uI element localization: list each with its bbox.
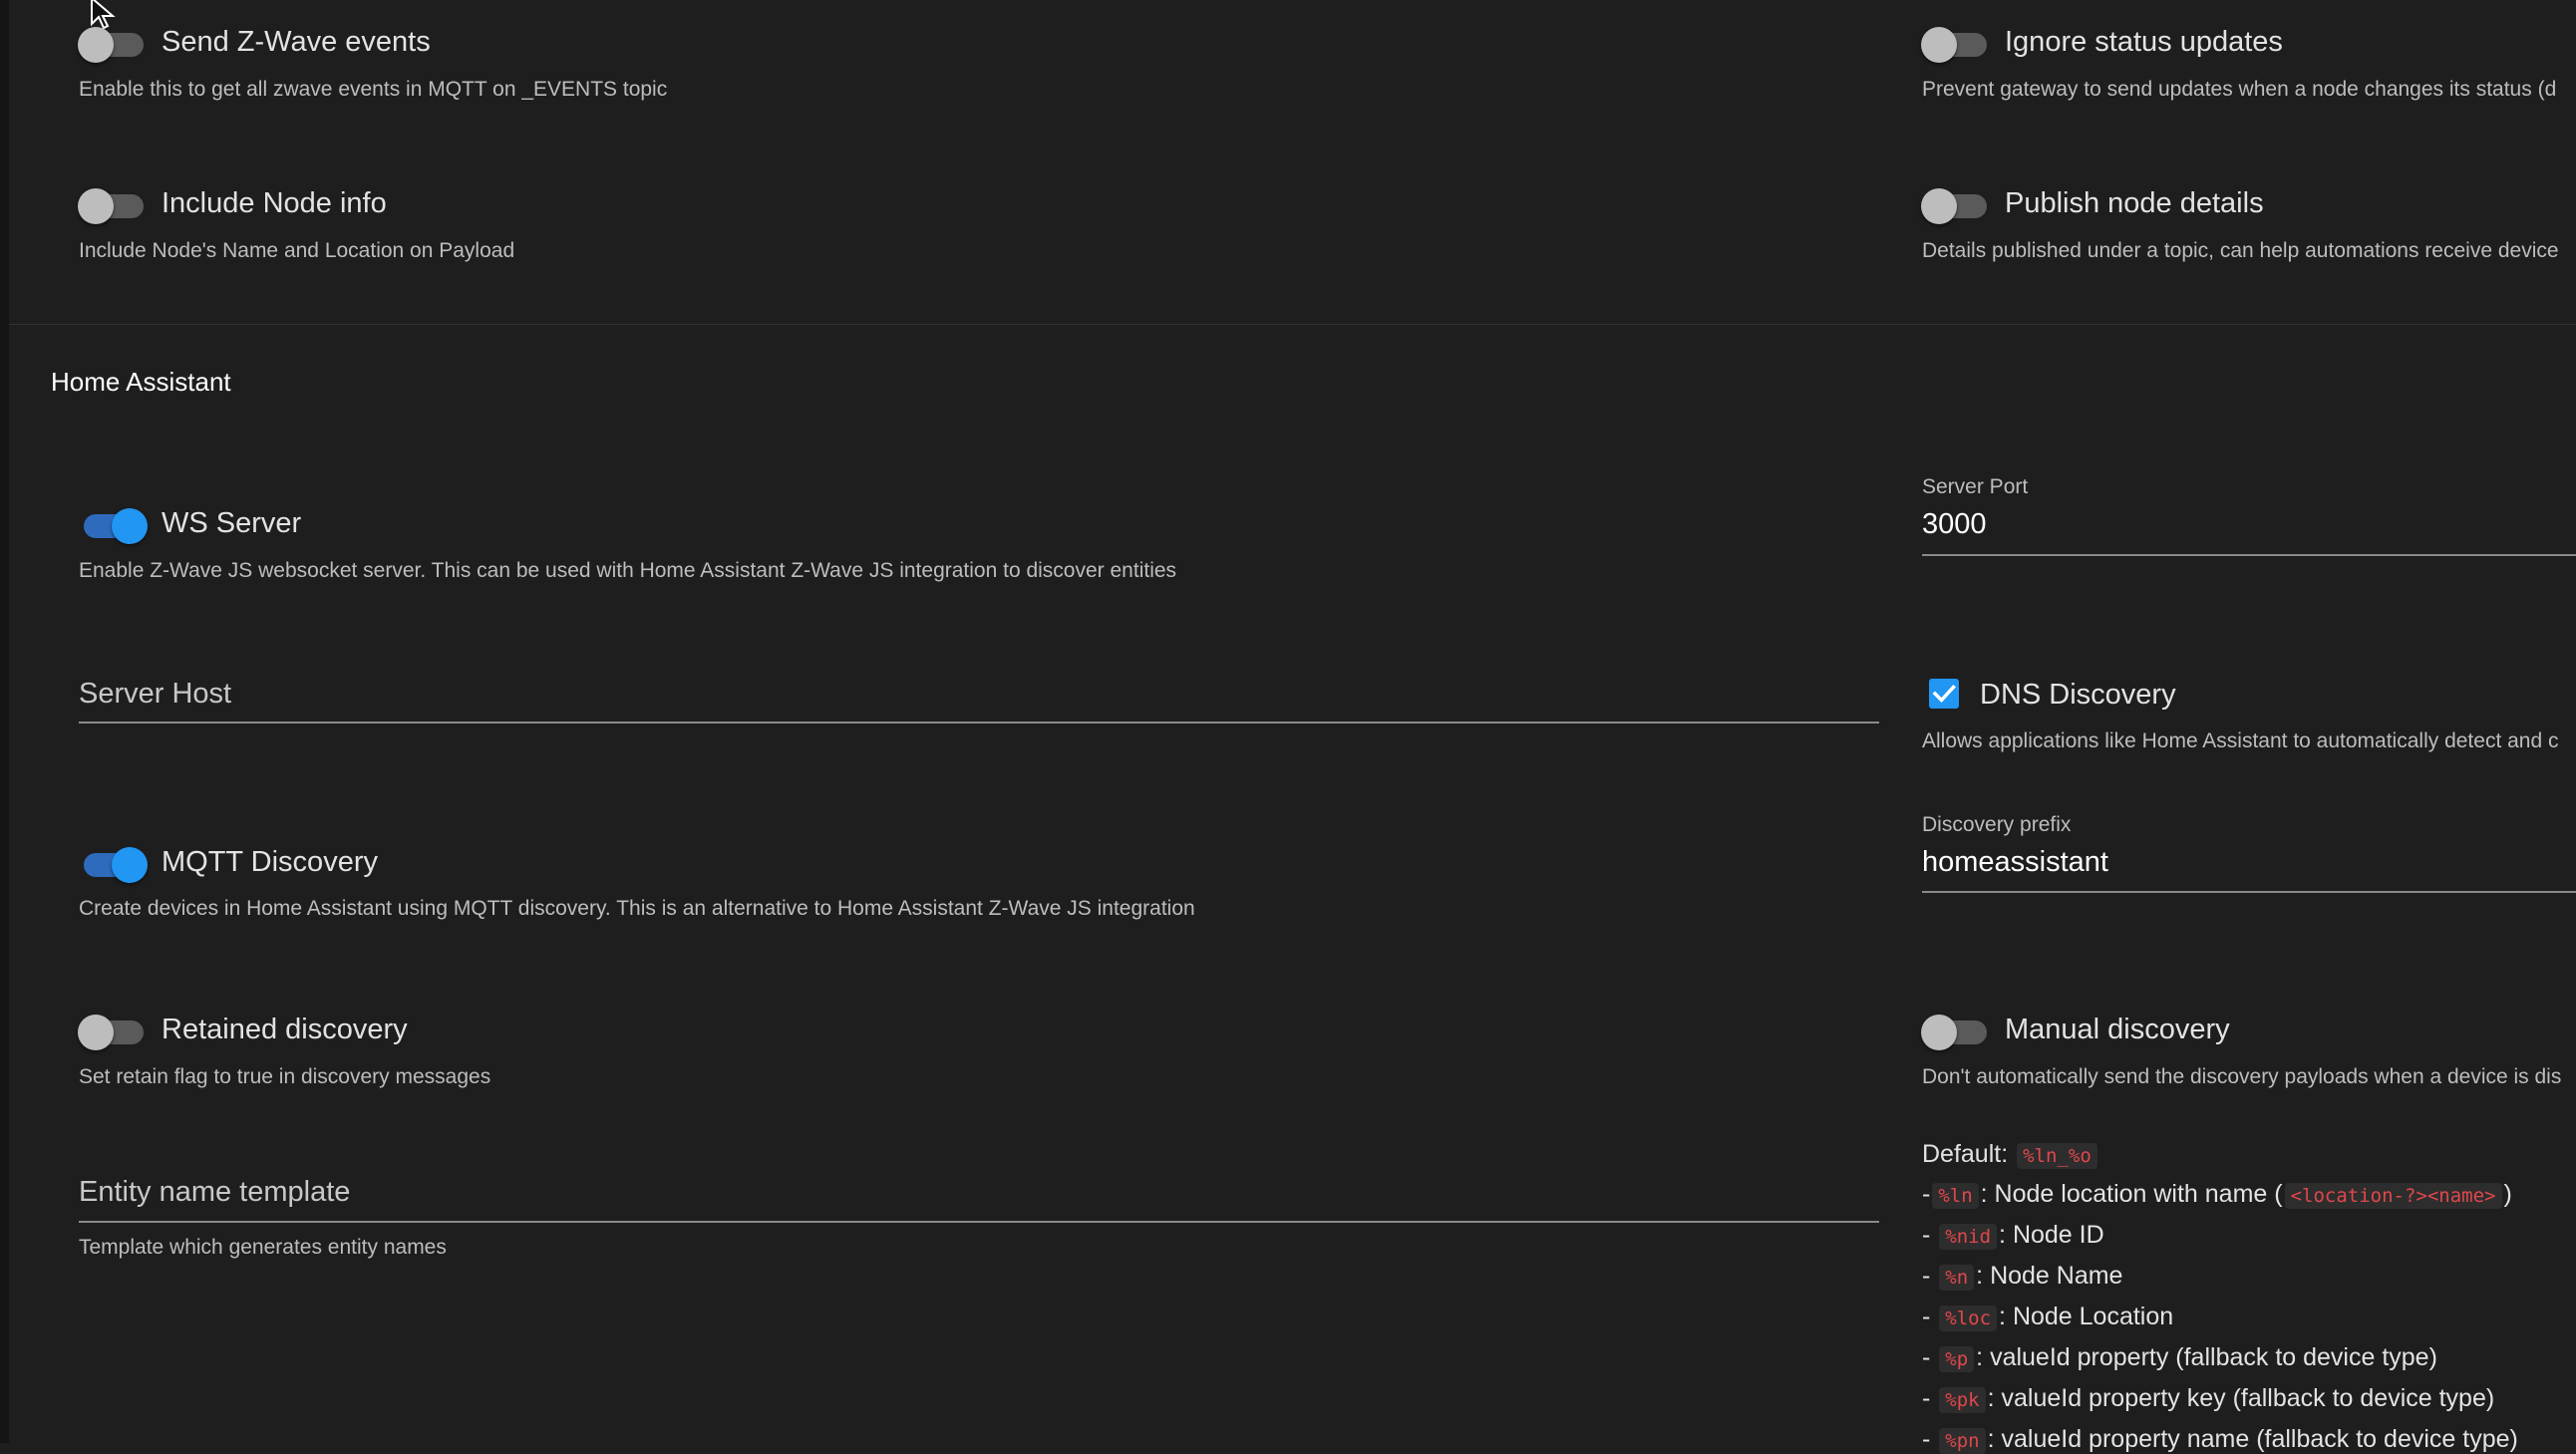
template-code: <location-?><name> bbox=[2284, 1183, 2502, 1209]
template-code: %loc bbox=[1939, 1306, 1998, 1331]
dns-discovery-checkbox[interactable] bbox=[1929, 679, 1959, 709]
template-help-text: : Node location with name ( bbox=[1980, 1180, 2283, 1208]
template-code: %ln bbox=[1932, 1183, 1979, 1209]
template-code: %nid bbox=[1939, 1224, 1998, 1250]
template-code: %pk bbox=[1939, 1387, 1986, 1413]
ws-server-hint: Enable Z-Wave JS websocket server. This … bbox=[79, 559, 1177, 582]
manual-discovery-label: Manual discovery bbox=[2005, 1014, 2230, 1045]
template-default-line: Default: %ln_%o bbox=[1922, 1140, 2099, 1169]
send-zwave-events-toggle[interactable] bbox=[78, 25, 148, 63]
template-help-line: - %nid: Node ID bbox=[1922, 1221, 2104, 1250]
discovery-prefix-input[interactable]: homeassistant bbox=[1922, 846, 2108, 879]
include-node-info-hint: Include Node's Name and Location on Payl… bbox=[79, 239, 515, 262]
template-default-label: Default: bbox=[1922, 1140, 2009, 1168]
template-help-line: - %n: Node Name bbox=[1922, 1262, 2123, 1291]
entity-name-template-hint: Template which generates entity names bbox=[79, 1236, 447, 1259]
server-host-underline bbox=[79, 722, 1879, 724]
ignore-status-updates-toggle[interactable] bbox=[1921, 25, 1991, 63]
publish-node-details-toggle[interactable] bbox=[1921, 186, 1991, 224]
include-node-info-toggle[interactable] bbox=[78, 186, 148, 224]
include-node-info-label: Include Node info bbox=[161, 187, 387, 219]
mqtt-discovery-hint: Create devices in Home Assistant using M… bbox=[79, 897, 1195, 920]
publish-node-details-label: Publish node details bbox=[2005, 187, 2264, 219]
discovery-prefix-underline bbox=[1922, 891, 2576, 893]
publish-node-details-hint: Details published under a topic, can hel… bbox=[1922, 239, 2559, 262]
template-help-text: : Node Location bbox=[1999, 1303, 2174, 1330]
mqtt-discovery-toggle[interactable] bbox=[78, 845, 148, 883]
template-help-line: - %pn: valueId property name (fallback t… bbox=[1922, 1425, 2518, 1454]
mqtt-discovery-label: MQTT Discovery bbox=[161, 846, 378, 878]
left-edge-strip bbox=[0, 0, 9, 1443]
dns-discovery-hint: Allows applications like Home Assistant … bbox=[1922, 729, 2559, 752]
template-code: %p bbox=[1939, 1346, 1975, 1372]
section-title-home-assistant: Home Assistant bbox=[51, 367, 231, 397]
ws-server-toggle[interactable] bbox=[78, 506, 148, 544]
retained-discovery-hint: Set retain flag to true in discovery mes… bbox=[79, 1065, 491, 1088]
dns-discovery-label: DNS Discovery bbox=[1980, 679, 2176, 711]
server-host-input[interactable]: Server Host bbox=[79, 678, 231, 711]
manual-discovery-hint: Don't automatically send the discovery p… bbox=[1922, 1065, 2562, 1088]
retained-discovery-label: Retained discovery bbox=[161, 1014, 408, 1045]
retained-discovery-toggle[interactable] bbox=[78, 1013, 148, 1050]
server-port-underline bbox=[1922, 554, 2576, 556]
send-zwave-events-hint: Enable this to get all zwave events in M… bbox=[79, 78, 668, 101]
template-help-text: : valueId property key (fallback to devi… bbox=[1987, 1384, 2495, 1412]
template-help-line: - %loc: Node Location bbox=[1922, 1303, 2174, 1331]
send-zwave-events-label: Send Z-Wave events bbox=[161, 26, 431, 58]
manual-discovery-toggle[interactable] bbox=[1921, 1013, 1991, 1050]
template-help-line: - %ln: Node location with name (<location… bbox=[1922, 1180, 2512, 1209]
template-help-text: : valueId property name (fallback to dev… bbox=[1987, 1425, 2518, 1453]
template-help-line: - %p: valueId property (fallback to devi… bbox=[1922, 1343, 2437, 1372]
entity-name-template-input[interactable]: Entity name template bbox=[79, 1176, 350, 1209]
ignore-status-updates-hint: Prevent gateway to send updates when a n… bbox=[1922, 78, 2557, 101]
template-help-text: : Node Name bbox=[1976, 1262, 2123, 1290]
template-code: %n bbox=[1939, 1265, 1975, 1291]
template-code: %pn bbox=[1939, 1428, 1986, 1454]
checkmark-icon bbox=[1932, 685, 1956, 704]
entity-name-template-underline bbox=[79, 1221, 1879, 1223]
template-help-text: : valueId property (fallback to device t… bbox=[1976, 1343, 2437, 1371]
template-help-text: : Node ID bbox=[1999, 1221, 2104, 1249]
server-port-input[interactable]: 3000 bbox=[1922, 508, 1987, 541]
section-divider bbox=[9, 324, 2576, 325]
discovery-prefix-label: Discovery prefix bbox=[1922, 813, 2072, 836]
template-help-line: - %pk: valueId property key (fallback to… bbox=[1922, 1384, 2495, 1413]
template-default-code: %ln_%o bbox=[2017, 1143, 2097, 1169]
ignore-status-updates-label: Ignore status updates bbox=[2005, 26, 2283, 58]
server-port-label: Server Port bbox=[1922, 475, 2029, 498]
ws-server-label: WS Server bbox=[161, 507, 302, 539]
